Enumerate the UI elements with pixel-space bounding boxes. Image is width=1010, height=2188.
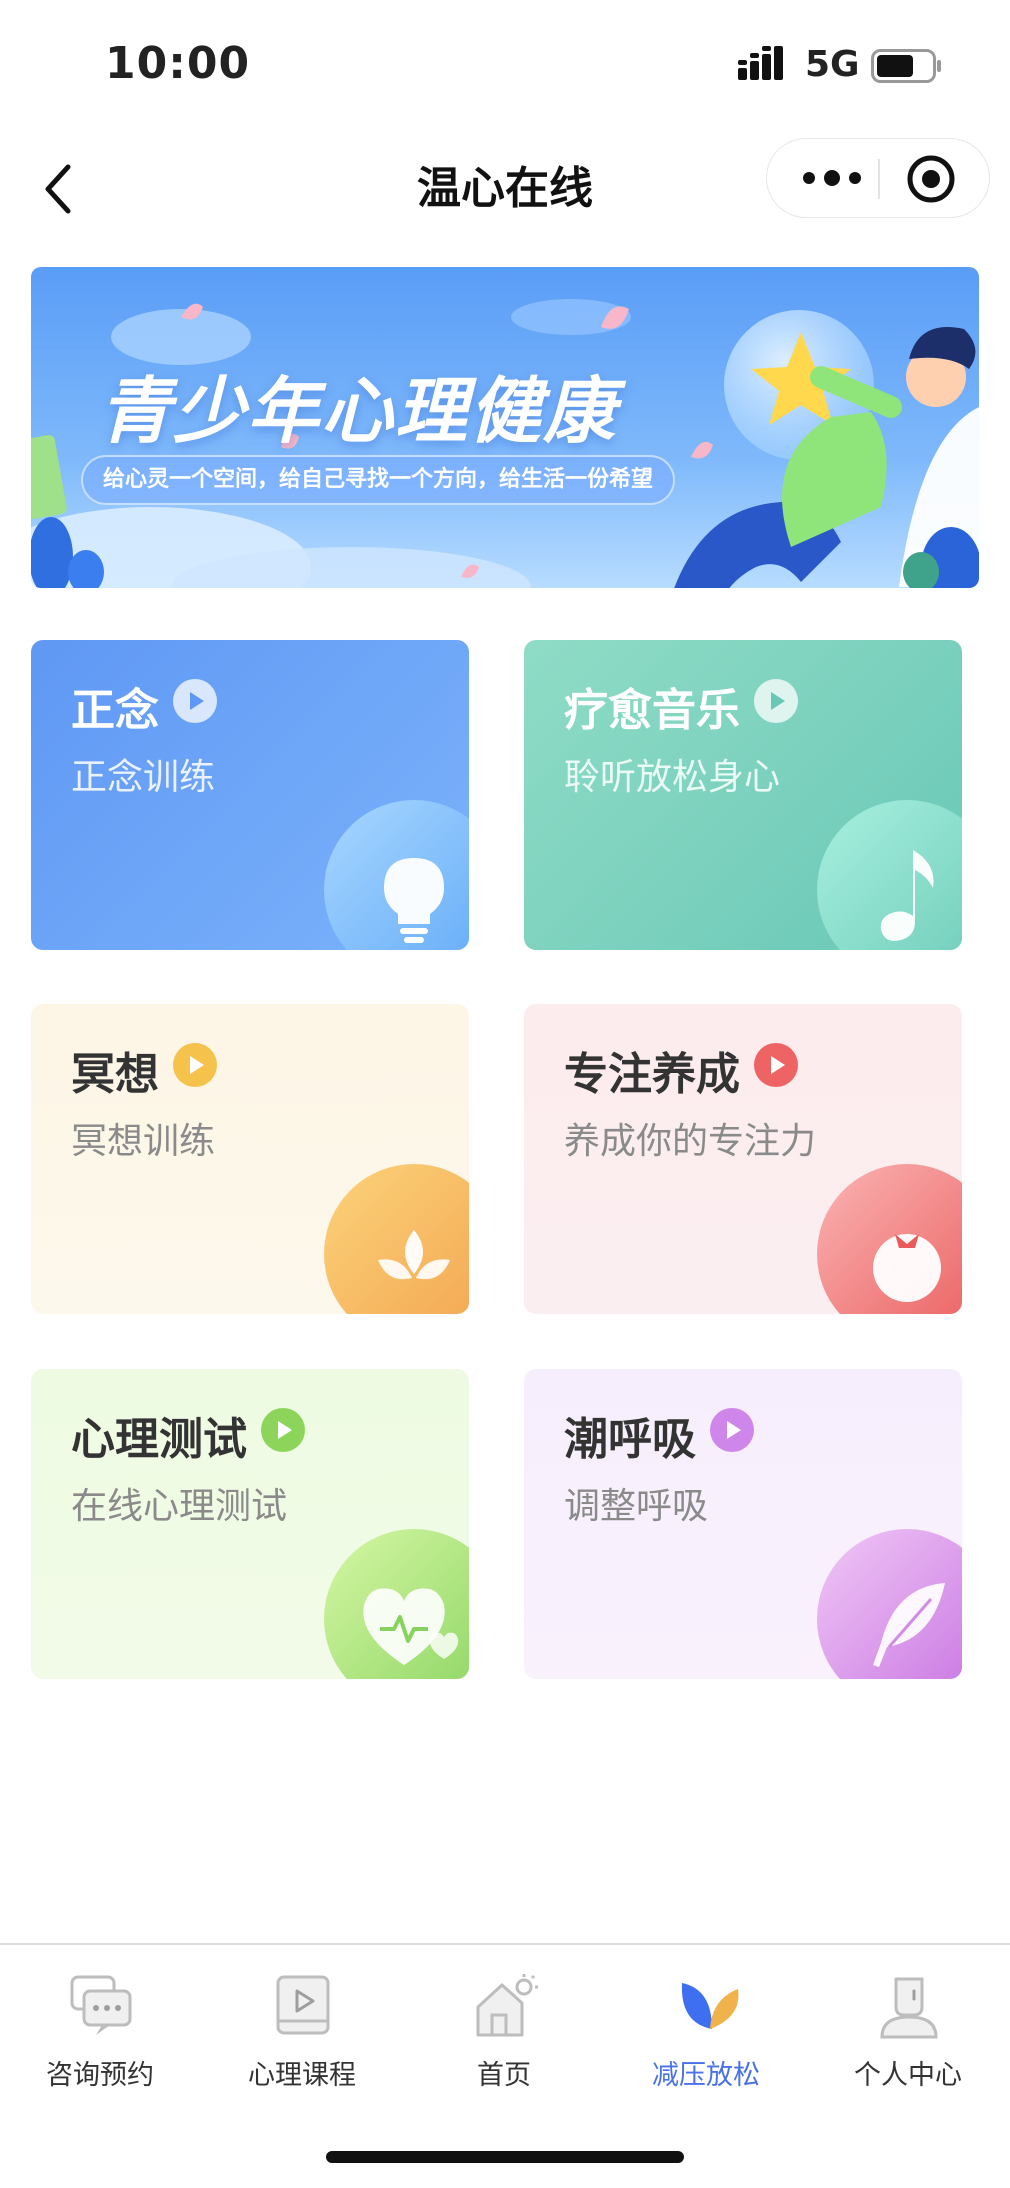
card-subtitle: 养成你的专注力 xyxy=(564,1121,817,1162)
card-title: 潮呼吸 xyxy=(564,1414,696,1465)
feather-icon xyxy=(817,1529,962,1679)
banner-subtitle: 给心灵一个空间，给自己寻找一个方向，给生活一份希望 xyxy=(81,455,676,505)
card-subtitle: 冥想训练 xyxy=(71,1121,216,1162)
card-title: 专注养成 xyxy=(564,1049,740,1100)
status-bar: 10:00 5G xyxy=(0,0,1010,130)
card-title: 正念 xyxy=(71,685,159,736)
feature-card[interactable]: 潮呼吸 调整呼吸 xyxy=(524,1369,962,1679)
play-icon[interactable] xyxy=(173,1043,217,1087)
home-indicator xyxy=(326,2151,684,2163)
feature-card[interactable]: 冥想 冥想训练 xyxy=(31,1004,469,1314)
video-course-icon xyxy=(276,1975,330,2035)
capsule-divider xyxy=(878,159,880,199)
close-target-icon[interactable] xyxy=(905,153,957,205)
heart-pulse-icon xyxy=(324,1529,469,1679)
tab-profile[interactable]: 个人中心 xyxy=(818,1973,998,2103)
tab-home[interactable]: 首页 xyxy=(414,1973,594,2103)
play-icon[interactable] xyxy=(261,1408,305,1452)
feature-card[interactable]: 专注养成养成你的专注力 xyxy=(524,1004,962,1314)
tab-label: 咨询预约 xyxy=(46,2060,154,2091)
leaves-icon xyxy=(681,1983,739,2029)
play-icon[interactable] xyxy=(710,1408,754,1452)
tab-label: 减压放松 xyxy=(652,2060,760,2091)
play-icon[interactable] xyxy=(754,1043,798,1087)
mini-program-capsule xyxy=(766,138,990,218)
play-icon[interactable] xyxy=(173,679,217,723)
nav-bar: 温心在线 xyxy=(0,130,1010,250)
battery-icon xyxy=(871,49,941,83)
card-title: 心理测试 xyxy=(71,1414,247,1465)
card-title: 冥想 xyxy=(71,1049,159,1100)
card-title: 疗愈音乐 xyxy=(564,685,740,736)
tab-label: 心理课程 xyxy=(248,2060,356,2091)
chat-bubbles-icon xyxy=(70,1975,132,2035)
lotus-icon xyxy=(324,1164,469,1314)
user-icon xyxy=(880,1977,938,2039)
banner-title: 青少年心理健康 xyxy=(99,369,618,453)
card-subtitle: 调整呼吸 xyxy=(564,1486,709,1527)
tab-label: 首页 xyxy=(477,2060,531,2091)
tab-relax[interactable]: 减压放松 xyxy=(616,1973,796,2103)
network-type: 5G xyxy=(805,44,860,85)
home-icon xyxy=(476,1974,538,2037)
signal-icon xyxy=(738,46,783,80)
feature-card[interactable]: 疗愈音乐聆听放松身心 xyxy=(524,640,962,950)
play-icon[interactable] xyxy=(754,679,798,723)
lightbulb-icon xyxy=(324,800,469,950)
hero-banner[interactable]: 青少年心理健康 给心灵一个空间，给自己寻找一个方向，给生活一份希望 xyxy=(31,267,979,588)
card-subtitle: 正念训练 xyxy=(71,757,216,798)
tab-consult[interactable]: 咨询预约 xyxy=(10,1973,190,2103)
more-icon[interactable] xyxy=(797,157,867,199)
tab-label: 个人中心 xyxy=(854,2060,962,2091)
tab-courses[interactable]: 心理课程 xyxy=(212,1973,392,2103)
music-note-icon xyxy=(817,800,962,950)
card-subtitle: 聆听放松身心 xyxy=(564,757,781,798)
feature-card[interactable]: 正念 正念训练 xyxy=(31,640,469,950)
tomato-icon xyxy=(817,1164,962,1314)
card-subtitle: 在线心理测试 xyxy=(71,1486,288,1527)
status-time: 10:00 xyxy=(105,38,251,89)
feature-card[interactable]: 心理测试在线心理测试 xyxy=(31,1369,469,1679)
